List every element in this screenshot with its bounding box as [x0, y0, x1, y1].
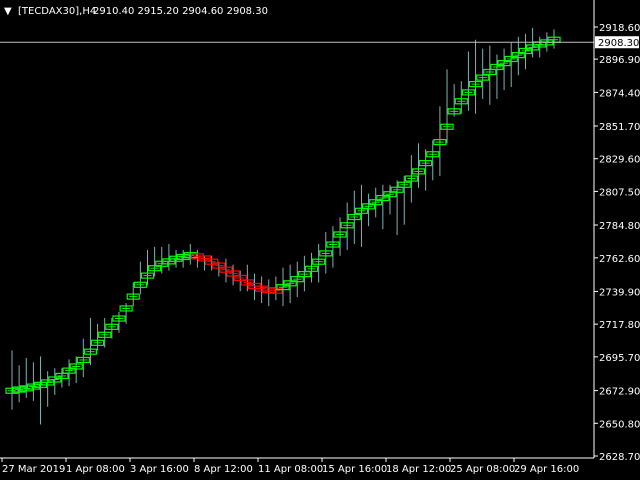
y-tick-label: 2739.90	[599, 287, 640, 298]
y-tick-label: 2672.90	[599, 387, 640, 398]
y-tick-label: 2874.40	[599, 88, 640, 99]
y-tick-label: 2628.70	[599, 452, 640, 463]
y-tick-label: 2784.80	[599, 221, 640, 232]
price-tag-label: 2908.30	[598, 38, 639, 49]
x-tick-label: 1 Apr 08:00	[66, 464, 125, 475]
x-tick-label: 15 Apr 16:00	[322, 464, 387, 475]
ohlc-values: 2910.40 2915.20 2904.60 2908.30	[93, 6, 268, 17]
y-tick-label: 2650.80	[599, 419, 640, 430]
y-tick-label: 2762.60	[599, 254, 640, 265]
y-tick-label: 2695.70	[599, 353, 640, 364]
y-tick-label: 2807.50	[599, 187, 640, 198]
x-tick-label: 29 Apr 16:00	[514, 464, 579, 475]
chart-background	[0, 0, 640, 480]
x-tick-label: 25 Apr 08:00	[450, 464, 515, 475]
chart-window: ▼ [TECDAX30],H4 2910.40 2915.20 2904.60 …	[0, 0, 640, 480]
x-tick-label: 27 Mar 2019	[2, 464, 65, 475]
menu-dropdown-icon[interactable]: ▼	[4, 6, 12, 17]
y-tick-label: 2896.90	[599, 55, 640, 66]
price-chart[interactable]: ▼ [TECDAX30],H4 2910.40 2915.20 2904.60 …	[0, 0, 640, 480]
x-tick-label: 8 Apr 12:00	[194, 464, 253, 475]
x-tick-label: 18 Apr 12:00	[386, 464, 451, 475]
y-tick-label: 2918.60	[599, 23, 640, 34]
x-tick-label: 3 Apr 16:00	[130, 464, 189, 475]
y-tick-label: 2717.80	[599, 320, 640, 331]
current-price-tag: 2908.30	[595, 36, 639, 49]
y-tick-label: 2851.70	[599, 122, 640, 133]
y-tick-label: 2829.60	[599, 155, 640, 166]
symbol-timeframe-label: [TECDAX30],H4	[18, 6, 96, 17]
x-tick-label: 11 Apr 08:00	[258, 464, 323, 475]
